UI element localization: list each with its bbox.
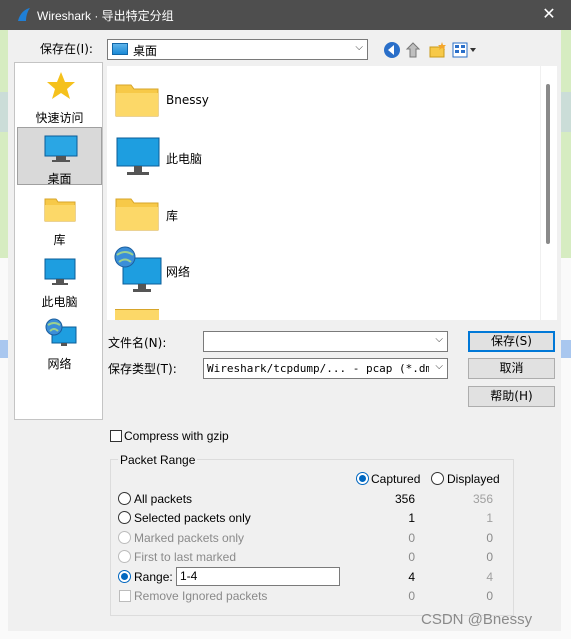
compress-checkbox[interactable] [110,430,122,442]
help-button[interactable]: 帮助(H) [468,386,555,407]
compress-label: Compress with gzip [124,429,229,443]
new-folder-icon[interactable] [428,40,448,60]
place-network[interactable]: 网络 [17,313,102,371]
range-label: Range: [134,570,173,584]
place-quick-access[interactable]: 快速访问 [17,67,102,125]
filetype-combo[interactable]: Wireshark/tcpdump/... - pcap (*.dmp.g ⌵ [203,358,448,379]
save-in-label: 保存在(I): [40,42,93,56]
save-in-value: 桌面 [133,44,158,58]
chevron-down-icon: ⌵ [355,42,363,53]
monitor-icon [44,258,76,285]
displayed-radio[interactable] [431,472,444,485]
all-packets-captured: 356 [394,492,415,506]
title-bar: Wireshark · 导出特定分组 ✕ [0,0,571,30]
remove-ignored-label: Remove Ignored packets [134,589,268,603]
displayed-label: Displayed [447,472,500,486]
range-displayed: 4 [486,570,493,584]
save-button[interactable]: 保存(S) [468,331,555,352]
star-icon [47,72,75,99]
export-dialog: Wireshark · 导出特定分组 ✕ 保存在(I): 桌面 ⌵ 快速访问 桌… [0,0,571,639]
place-label: 库 [53,233,66,247]
place-label: 网络 [47,357,72,371]
marked-packets-label: Marked packets only [134,531,245,545]
file-name: 网络 [166,265,191,279]
first-last-marked-radio [118,550,131,563]
folder-icon [115,84,159,117]
up-folder-icon[interactable] [405,40,425,60]
filetype-label: 保存类型(T): [108,362,177,376]
chevron-down-icon: ⌵ [433,361,443,372]
chevron-down-icon[interactable]: ⌵ [435,334,443,345]
network-icon [45,318,77,346]
selected-packets-radio[interactable] [118,511,131,524]
filetype-value: Wireshark/tcpdump/... - pcap (*.dmp.g [207,362,429,375]
place-label: 此电脑 [41,295,78,309]
list-item[interactable]: 此电脑 [113,133,533,187]
filename-input[interactable]: ⌵ [203,331,448,352]
close-icon[interactable]: ✕ [541,5,557,23]
range-input[interactable]: 1-4 [176,567,340,586]
scrollbar-thumb[interactable] [546,84,550,244]
file-list: Bnessy 此电脑 库 网络 [107,66,540,320]
file-name: Bnessy [166,93,209,107]
first-last-marked-captured: 0 [408,550,415,564]
folder-icon [44,198,76,222]
selected-packets-label: Selected packets only [134,511,251,525]
place-library[interactable]: 库 [17,189,102,247]
marked-packets-displayed: 0 [486,531,493,545]
marked-packets-captured: 0 [408,531,415,545]
window-title: Wireshark · 导出特定分组 [37,9,174,23]
view-menu-icon[interactable] [452,40,478,60]
all-packets-displayed: 356 [472,492,493,506]
folder-icon [115,309,159,320]
first-last-marked-label: First to last marked [134,550,237,564]
all-packets-radio[interactable] [118,492,131,505]
all-packets-label: All packets [134,492,193,506]
captured-label: Captured [371,472,421,486]
first-last-marked-displayed: 0 [486,550,493,564]
place-this-pc[interactable]: 此电脑 [17,251,102,309]
marked-packets-radio [118,531,131,544]
desktop-icon [112,43,128,55]
filename-label: 文件名(N): [108,336,167,350]
range-radio[interactable] [118,570,131,583]
remove-ignored-captured: 0 [408,589,415,603]
file-name: 库 [166,209,179,223]
range-captured: 4 [408,570,415,584]
captured-radio[interactable] [356,472,369,485]
selected-packets-captured: 1 [408,511,415,525]
cancel-button[interactable]: 取消 [468,358,555,379]
place-label: 桌面 [47,172,72,186]
packet-range-title: Packet Range [118,453,198,467]
range-value: 1-4 [180,569,198,583]
desktop-icon [44,135,78,162]
remove-ignored-displayed: 0 [486,589,493,603]
selected-packets-displayed: 1 [486,511,493,525]
place-label: 快速访问 [35,111,84,125]
file-name: 此电脑 [166,152,203,166]
place-desktop[interactable]: 桌面 [17,127,102,186]
monitor-icon [116,137,160,175]
list-item[interactable]: 库 [113,190,533,244]
places-bar: 快速访问 桌面 库 此电脑 网络 [14,62,103,420]
list-item[interactable]: 网络 [113,246,533,300]
network-icon [114,246,162,292]
watermark: CSDN @Bnessy [421,611,533,628]
folder-icon [115,198,159,231]
back-icon[interactable] [382,40,402,60]
wireshark-fin-icon [18,8,30,21]
remove-ignored-checkbox [119,590,131,602]
list-item[interactable]: Bnessy [113,76,533,130]
save-in-combo[interactable]: 桌面 ⌵ [107,39,368,60]
